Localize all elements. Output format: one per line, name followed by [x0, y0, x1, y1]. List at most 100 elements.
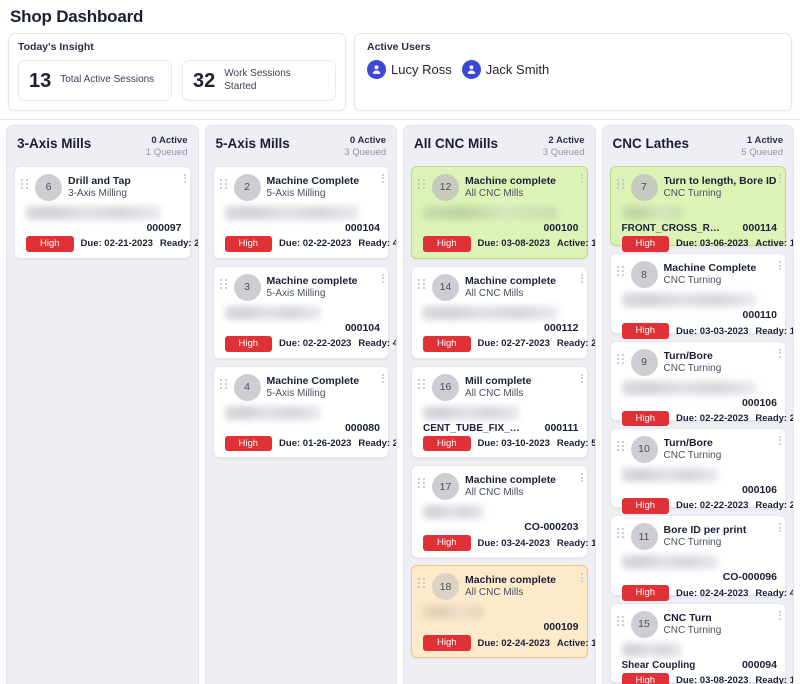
job-card[interactable]: 17 Machine complete All CNC Mills CO-000203…: [411, 465, 595, 559]
column-header: CNC Lathes 1 Active 5 Queued: [603, 126, 794, 166]
card-header: 11 Bore ID per print CNC Turning: [616, 523, 778, 551]
page-title: Shop Dashboard: [10, 7, 144, 26]
board-column-cnc-lathes: CNC Lathes 1 Active 5 Queued 7 Turn to lengt…: [601, 125, 794, 684]
card-meta: Due: 03-24-2023 Ready: 1: [471, 538, 595, 549]
card-footer: High Due: 03-10-2023 Ready: 5: [418, 435, 595, 452]
drag-handle-icon[interactable]: [219, 374, 228, 389]
card-menu-icon[interactable]: [580, 273, 583, 283]
priority-badge: High: [26, 235, 74, 252]
drag-handle-icon[interactable]: [616, 261, 625, 277]
card-footer: High Due: 02-22-2023 Ready: 2: [617, 410, 793, 427]
card-header: 14 Machine complete All CNC Mills: [418, 273, 579, 301]
card-part-row: 000110: [617, 309, 777, 322]
card-titles: Machine complete All CNC Mills: [465, 473, 579, 498]
status-count: Ready: 4: [755, 587, 793, 599]
part-name: FRONT_CROSS_ROD_SOUTH...: [621, 222, 722, 234]
job-card[interactable]: 18 Machine complete All CNC Mills 000109 Hig…: [411, 565, 595, 659]
drag-handle-icon[interactable]: [219, 174, 228, 189]
priority-badge: High: [621, 323, 670, 339]
card-titles: Turn/Bore CNC Turning: [664, 436, 778, 461]
card-header: 16 Mill complete All CNC Mills: [418, 373, 579, 401]
column-active-count: 1 Active: [746, 135, 783, 146]
card-menu-icon[interactable]: [382, 373, 384, 383]
column-title: All CNC Mills: [414, 136, 499, 151]
user-name: Lucy Ross: [391, 62, 452, 77]
card-menu-icon[interactable]: [382, 173, 384, 183]
job-card[interactable]: 2 Machine Complete 5-Axis Milling 000104 Hig…: [212, 165, 396, 259]
stat-caption: Total Active Sessions: [60, 74, 155, 86]
column-queued-count: 3 Queued: [542, 146, 585, 158]
status-count: Ready: 10: [755, 675, 793, 684]
card-part-row: 000109: [418, 621, 578, 633]
card-meta: Due: 02-21-2023 Ready: 2: [74, 238, 198, 249]
job-card[interactable]: 10 Turn/Bore CNC Turning 000106 High Due: 02-…: [609, 427, 793, 514]
priority-badge: High: [423, 535, 471, 552]
due-date: Due: 03-24-2023: [477, 537, 550, 549]
card-title: Machine complete: [465, 274, 557, 287]
card-title: Machine complete: [465, 474, 557, 487]
drag-handle-icon[interactable]: [219, 274, 228, 289]
job-card[interactable]: 14 Machine complete All CNC Mills 000112 Hig…: [411, 265, 595, 359]
job-card[interactable]: 6 Drill and Tap 3-Axis Milling 000097 High Du…: [14, 165, 198, 259]
drag-handle-icon[interactable]: [418, 274, 426, 289]
card-menu-icon[interactable]: [779, 523, 781, 533]
drag-handle-icon[interactable]: [418, 573, 426, 589]
card-menu-icon[interactable]: [779, 435, 781, 445]
job-card[interactable]: 4 Machine Complete 5-Axis Milling 000080 Hig…: [212, 365, 396, 459]
card-meta: Due: 01-26-2023 Ready: 2: [272, 438, 396, 449]
card-menu-icon[interactable]: [580, 173, 583, 183]
card-sequence-badge: 8: [630, 261, 658, 289]
drag-handle-icon[interactable]: [418, 174, 426, 189]
column-card-list: 6 Drill and Tap 3-Axis Milling 000097 High Du…: [7, 165, 198, 266]
redacted-text-block: [224, 305, 321, 320]
due-date: Due: 02-22-2023: [676, 412, 749, 424]
drag-handle-icon[interactable]: [418, 473, 426, 489]
column-queued-count: 3 Queued: [344, 146, 386, 158]
card-part-row: Shear Coupling 000094: [617, 659, 778, 671]
card-menu-icon[interactable]: [580, 373, 583, 383]
drag-handle-icon[interactable]: [616, 349, 625, 364]
job-card[interactable]: 15 CNC Turn CNC Turning Shear Coupling 00009…: [609, 602, 793, 684]
active-user-chip[interactable]: Jack Smith: [461, 60, 549, 79]
card-menu-icon[interactable]: [580, 473, 583, 483]
card-footer: High Due: 03-03-2023 Ready: 1: [617, 323, 793, 339]
card-menu-icon[interactable]: [779, 173, 781, 183]
drag-handle-icon[interactable]: [418, 374, 426, 389]
card-header: 10 Turn/Bore CNC Turning: [616, 435, 778, 463]
job-id: 000112: [544, 321, 579, 334]
job-card[interactable]: 11 Bore ID per print CNC Turning CO-000096 H…: [609, 515, 793, 602]
drag-handle-icon[interactable]: [616, 523, 625, 539]
drag-handle-icon[interactable]: [21, 174, 29, 189]
card-part-row: 000097: [21, 222, 181, 234]
card-menu-icon[interactable]: [580, 573, 583, 583]
job-card[interactable]: 16 Mill complete All CNC Mills CENT_TUBE_FI…: [411, 365, 595, 459]
job-card[interactable]: 7 Turn to length, Bore ID CNC Turning FRONT…: [609, 165, 793, 252]
card-menu-icon[interactable]: [382, 273, 384, 283]
job-card[interactable]: 3 Machine complete 5-Axis Milling 000104 Hig…: [212, 265, 396, 359]
card-menu-icon[interactable]: [183, 173, 186, 183]
card-subtitle: CNC Turning: [663, 449, 722, 461]
job-card[interactable]: 9 Turn/Bore CNC Turning 000106 High Due: 02-2…: [609, 340, 793, 427]
priority-badge: High: [224, 435, 273, 452]
card-menu-icon[interactable]: [779, 261, 781, 271]
card-menu-icon[interactable]: [779, 348, 781, 358]
card-meta: Due: 03-08-2023 Ready: 10: [669, 675, 793, 684]
card-header: 7 Turn to length, Bore ID CNC Turning: [616, 173, 778, 201]
priority-badge: High: [423, 335, 471, 352]
active-user-chip[interactable]: Lucy Ross: [367, 60, 452, 79]
card-subtitle: CNC Turning: [663, 275, 722, 287]
card-header: 17 Machine complete All CNC Mills: [418, 473, 579, 501]
job-card[interactable]: 12 Machine complete All CNC Mills 000100 Hig…: [411, 165, 595, 259]
card-header: 3 Machine complete 5-Axis Milling: [219, 273, 381, 301]
priority-badge: High: [423, 435, 471, 452]
active-users-panel: Active Users Lucy Ross Jack Smith: [354, 33, 792, 111]
card-menu-icon[interactable]: [779, 610, 781, 620]
job-card[interactable]: 8 Machine Complete CNC Turning 000110 High Du…: [609, 253, 793, 339]
card-subtitle: CNC Turning: [663, 624, 722, 636]
part-name: CENT_TUBE_FIX_ST6511BA...: [423, 422, 523, 434]
drag-handle-icon[interactable]: [616, 174, 625, 189]
card-title: Turn to length, Bore ID: [663, 174, 777, 187]
drag-handle-icon[interactable]: [616, 611, 625, 626]
drag-handle-icon[interactable]: [616, 436, 625, 451]
job-id: 000110: [742, 309, 777, 322]
